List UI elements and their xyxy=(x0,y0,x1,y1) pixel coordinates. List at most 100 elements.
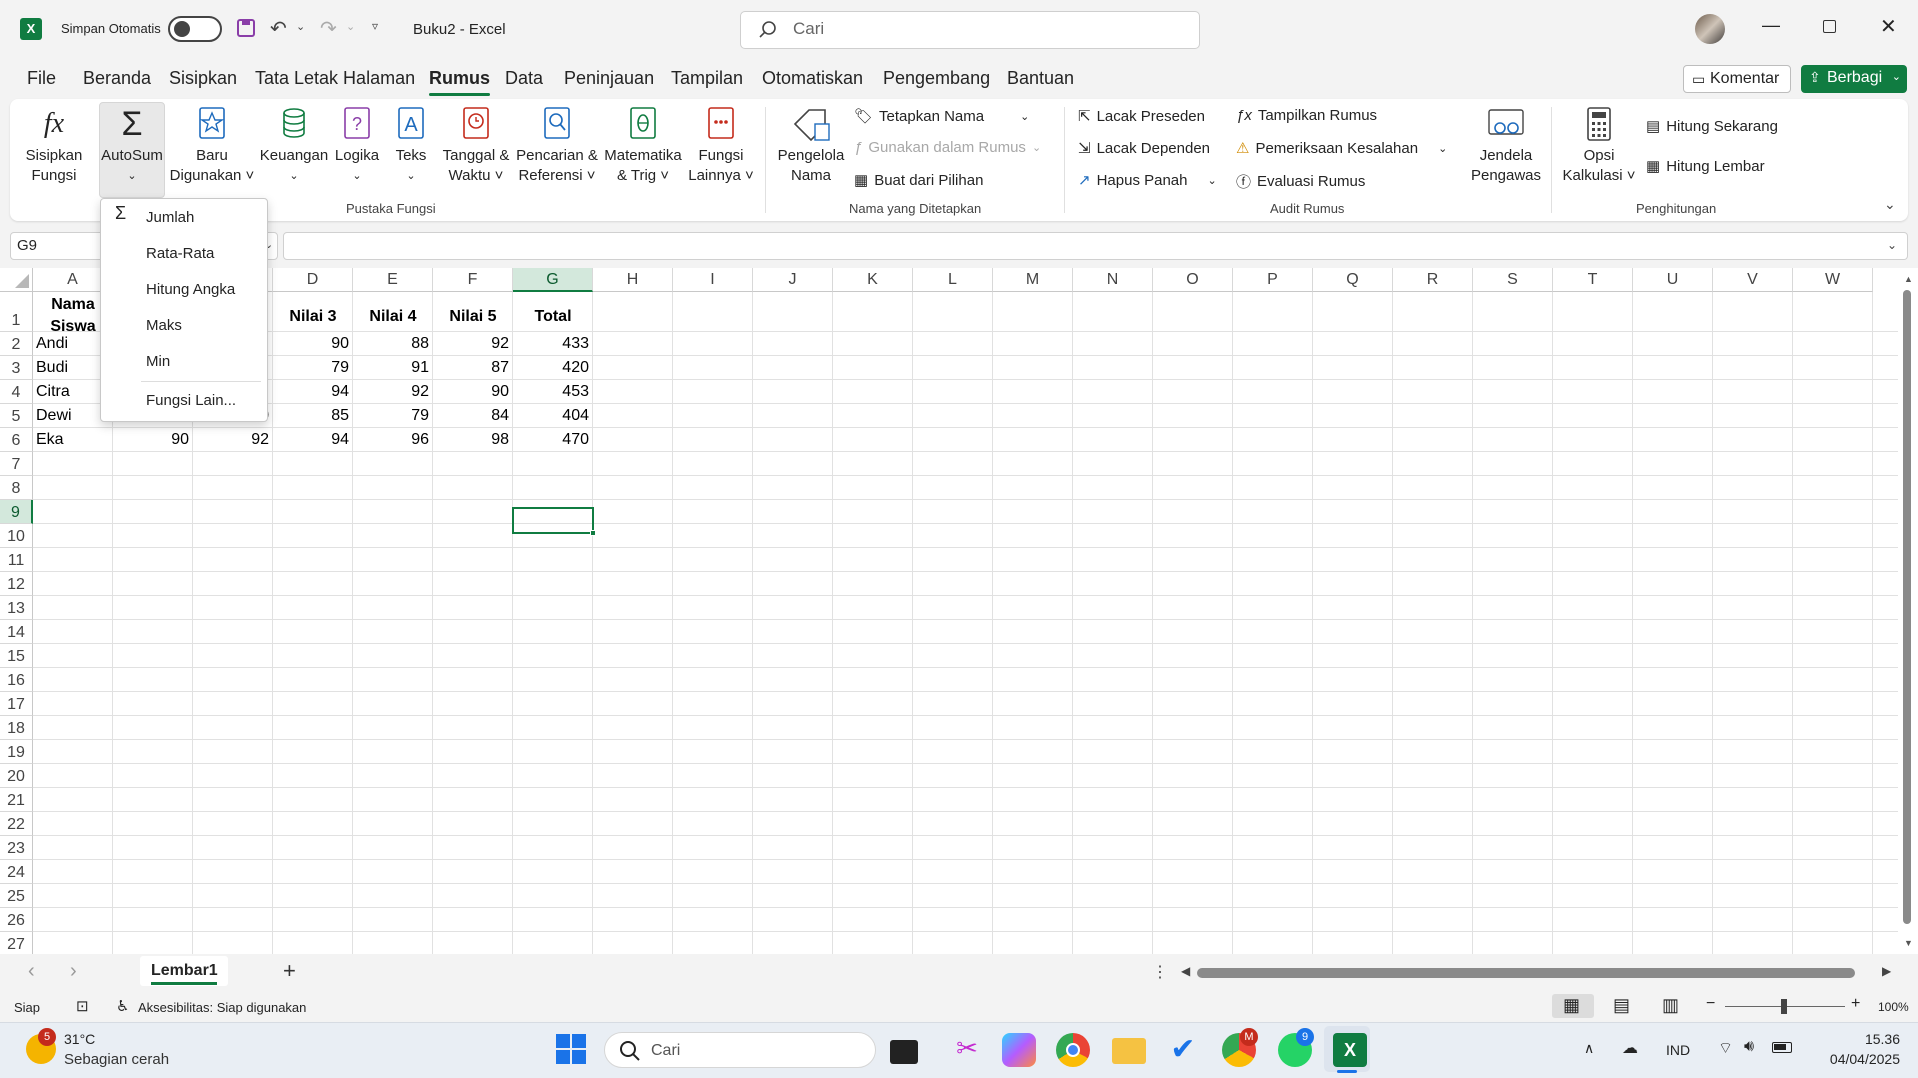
column-header-G[interactable]: G xyxy=(513,268,593,292)
sheet-tab-lembar1[interactable]: Lembar1 xyxy=(140,956,228,986)
scroll-right-icon[interactable]: ▶ xyxy=(1882,964,1891,978)
column-header-E[interactable]: E xyxy=(353,268,433,292)
row-header-11[interactable]: 11 xyxy=(0,548,33,572)
column-header-N[interactable]: N xyxy=(1073,268,1153,292)
share-button[interactable]: ⇪ Berbagi ⌄ xyxy=(1801,65,1907,93)
row-header-25[interactable]: 25 xyxy=(0,884,33,908)
horizontal-scroll-thumb[interactable] xyxy=(1197,968,1855,978)
macro-record-icon[interactable]: ⊡ xyxy=(76,997,89,1015)
menu-item-count-numbers[interactable]: Hitung Angka xyxy=(146,281,235,298)
cell-A6[interactable]: Eka xyxy=(36,431,112,449)
weather-temp[interactable]: 31°C xyxy=(64,1031,95,1047)
column-header-L[interactable]: L xyxy=(913,268,993,292)
expand-formula-bar-icon[interactable]: ⌄ xyxy=(1887,238,1897,252)
date-time-button[interactable]: Tanggal & Waktu ˅ xyxy=(436,106,516,186)
name-manager-button[interactable]: Pengelola Nama xyxy=(773,106,849,186)
chrome-icon[interactable] xyxy=(1056,1033,1090,1067)
cell-D6[interactable]: 94 xyxy=(273,431,349,449)
cell-F4[interactable]: 90 xyxy=(433,383,509,401)
row-header-2[interactable]: 2 xyxy=(0,332,33,356)
logical-button[interactable]: ? Logika ⌄ xyxy=(332,106,382,186)
tab-help[interactable]: Bantuan xyxy=(1007,68,1074,89)
cell-B6[interactable]: 90 xyxy=(113,431,189,449)
collapse-ribbon-icon[interactable]: ⌄ xyxy=(1884,196,1896,213)
tab-file[interactable]: File xyxy=(27,68,56,89)
cell-D2[interactable]: 90 xyxy=(273,335,349,353)
row-header-14[interactable]: 14 xyxy=(0,620,33,644)
todo-icon[interactable]: ✔ xyxy=(1166,1033,1200,1067)
comment-button[interactable]: ▭ Komentar xyxy=(1683,65,1791,93)
menu-item-average[interactable]: Rata-Rata xyxy=(146,245,214,262)
volume-icon[interactable]: 🔊︎ xyxy=(1744,1038,1754,1056)
tab-home[interactable]: Beranda xyxy=(83,68,151,89)
cell-D3[interactable]: 79 xyxy=(273,359,349,377)
show-hidden-icons-icon[interactable]: ∧ xyxy=(1584,1040,1594,1057)
vertical-scrollbar[interactable]: ▲ ▼ xyxy=(1898,268,1918,954)
cell-G2[interactable]: 433 xyxy=(513,335,589,353)
text-button[interactable]: A Teks ⌄ xyxy=(388,106,434,186)
cell-F1[interactable]: Nilai 5 xyxy=(433,308,513,326)
next-sheet-icon[interactable]: › xyxy=(70,960,77,983)
cell-D5[interactable]: 85 xyxy=(273,407,349,425)
autosave-toggle[interactable] xyxy=(168,16,222,42)
trace-precedents-button[interactable]: ⇱ Lacak Preseden xyxy=(1078,107,1205,126)
fill-handle[interactable] xyxy=(590,530,596,536)
row-header-6[interactable]: 6 xyxy=(0,428,33,452)
customize-qat-icon[interactable]: ▿ xyxy=(372,19,378,33)
column-header-I[interactable]: I xyxy=(673,268,753,292)
windows-start-icon[interactable] xyxy=(556,1034,586,1064)
calculate-sheet-button[interactable]: ▦ Hitung Lembar xyxy=(1646,157,1765,176)
column-header-S[interactable]: S xyxy=(1473,268,1553,292)
row-header-3[interactable]: 3 xyxy=(0,356,33,380)
row-header-9[interactable]: 9 xyxy=(0,500,33,524)
column-header-O[interactable]: O xyxy=(1153,268,1233,292)
column-header-F[interactable]: F xyxy=(433,268,513,292)
file-explorer-icon[interactable] xyxy=(1112,1038,1146,1064)
create-from-selection-button[interactable]: ▦ Buat dari Pilihan xyxy=(854,171,983,190)
row-header-19[interactable]: 19 xyxy=(0,740,33,764)
selected-cell-G9[interactable] xyxy=(512,507,596,536)
row-header-15[interactable]: 15 xyxy=(0,644,33,668)
calculate-now-button[interactable]: ▤ Hitung Sekarang xyxy=(1646,117,1778,136)
close-icon[interactable]: ✕ xyxy=(1880,14,1897,39)
tab-data[interactable]: Data xyxy=(505,68,543,89)
row-header-22[interactable]: 22 xyxy=(0,812,33,836)
zoom-slider-thumb[interactable] xyxy=(1781,999,1787,1014)
undo-icon[interactable]: ↶ xyxy=(270,16,287,41)
column-header-M[interactable]: M xyxy=(993,268,1073,292)
cell-E6[interactable]: 96 xyxy=(353,431,429,449)
task-view-icon[interactable] xyxy=(890,1040,918,1064)
column-header-P[interactable]: P xyxy=(1233,268,1313,292)
row-header-4[interactable]: 4 xyxy=(0,380,33,404)
math-trig-button[interactable]: Matematika & Trig ˅ xyxy=(600,106,686,186)
cell-E1[interactable]: Nilai 4 xyxy=(353,308,433,326)
tab-insert[interactable]: Sisipkan xyxy=(169,68,237,89)
clock-time[interactable]: 15.36 xyxy=(1860,1031,1900,1047)
column-header-R[interactable]: R xyxy=(1393,268,1473,292)
cell-G4[interactable]: 453 xyxy=(513,383,589,401)
remove-arrows-button[interactable]: ↗ Hapus Panah ⌄ xyxy=(1078,171,1217,190)
cell-E4[interactable]: 92 xyxy=(353,383,429,401)
copilot-icon[interactable] xyxy=(1002,1033,1036,1067)
insert-function-button[interactable]: fx Sisipkan Fungsi xyxy=(20,106,88,186)
column-header-D[interactable]: D xyxy=(273,268,353,292)
zoom-out-icon[interactable]: − xyxy=(1706,995,1715,1013)
cell-G5[interactable]: 404 xyxy=(513,407,589,425)
row-header-20[interactable]: 20 xyxy=(0,764,33,788)
show-formulas-button[interactable]: ƒx Tampilkan Rumus xyxy=(1236,107,1377,124)
row-header-26[interactable]: 26 xyxy=(0,908,33,932)
column-header-W[interactable]: W xyxy=(1793,268,1873,292)
row-header-16[interactable]: 16 xyxy=(0,668,33,692)
watch-window-button[interactable]: Jendela Pengawas xyxy=(1470,106,1542,186)
taskbar-search[interactable]: Cari xyxy=(604,1032,876,1068)
search-box[interactable]: Cari xyxy=(740,11,1200,49)
scroll-down-icon[interactable]: ▼ xyxy=(1904,938,1913,948)
excel-taskbar-icon[interactable]: X xyxy=(1333,1033,1367,1067)
evaluate-formula-button[interactable]: ⓕ Evaluasi Rumus xyxy=(1236,171,1365,192)
avatar[interactable] xyxy=(1695,14,1725,44)
prev-sheet-icon[interactable]: ‹ xyxy=(28,960,35,983)
row-header-12[interactable]: 12 xyxy=(0,572,33,596)
sheet-options-icon[interactable]: ⋮ xyxy=(1152,962,1168,982)
column-header-V[interactable]: V xyxy=(1713,268,1793,292)
onedrive-icon[interactable]: ☁ xyxy=(1622,1038,1638,1058)
